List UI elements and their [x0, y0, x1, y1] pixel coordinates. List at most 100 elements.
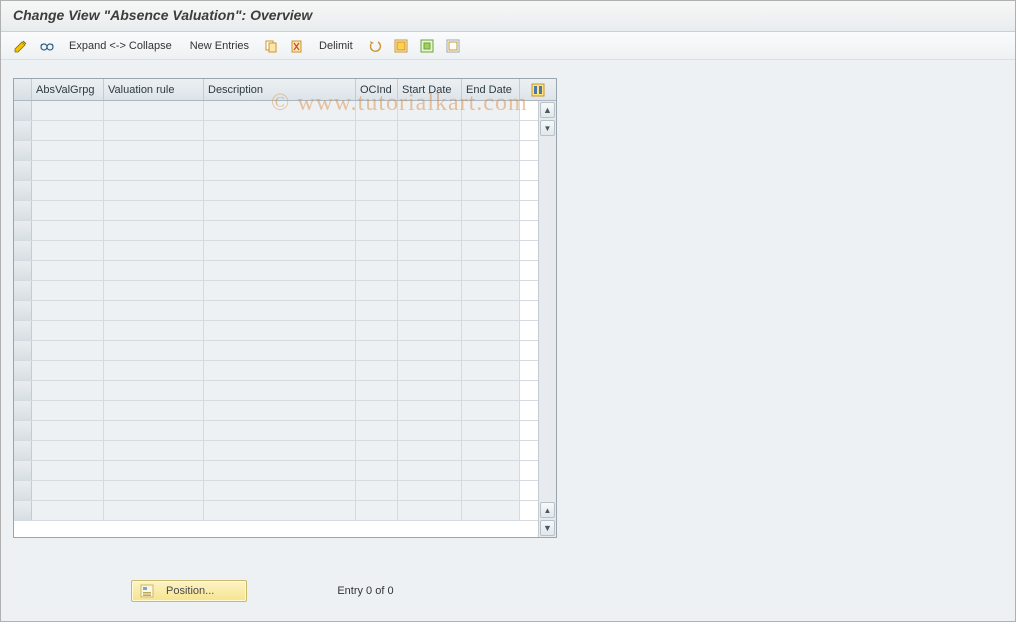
cell-end-date[interactable] [462, 361, 520, 380]
cell-end-date[interactable] [462, 341, 520, 360]
delete-icon[interactable] [287, 37, 307, 55]
cell-start-date[interactable] [398, 201, 462, 220]
cell-start-date[interactable] [398, 501, 462, 520]
cell-start-date[interactable] [398, 221, 462, 240]
cell-description[interactable] [204, 401, 356, 420]
cell-valuation-rule[interactable] [104, 321, 204, 340]
row-selector[interactable] [14, 301, 32, 320]
cell-description[interactable] [204, 461, 356, 480]
row-selector[interactable] [14, 501, 32, 520]
row-selector[interactable] [14, 121, 32, 140]
cell-start-date[interactable] [398, 461, 462, 480]
cell-absvalgrpg[interactable] [32, 501, 104, 520]
table-row[interactable] [14, 481, 538, 501]
cell-absvalgrpg[interactable] [32, 201, 104, 220]
cell-description[interactable] [204, 481, 356, 500]
cell-ocind[interactable] [356, 441, 398, 460]
cell-description[interactable] [204, 501, 356, 520]
cell-valuation-rule[interactable] [104, 381, 204, 400]
cell-description[interactable] [204, 281, 356, 300]
cell-ocind[interactable] [356, 501, 398, 520]
cell-start-date[interactable] [398, 481, 462, 500]
cell-absvalgrpg[interactable] [32, 321, 104, 340]
table-row[interactable] [14, 441, 538, 461]
table-row[interactable] [14, 281, 538, 301]
delimit-button[interactable]: Delimit [313, 38, 359, 54]
cell-ocind[interactable] [356, 421, 398, 440]
cell-start-date[interactable] [398, 261, 462, 280]
cell-ocind[interactable] [356, 401, 398, 420]
cell-valuation-rule[interactable] [104, 161, 204, 180]
copy-icon[interactable] [261, 37, 281, 55]
cell-valuation-rule[interactable] [104, 221, 204, 240]
col-valuation-rule[interactable]: Valuation rule [104, 79, 204, 100]
cell-valuation-rule[interactable] [104, 241, 204, 260]
cell-valuation-rule[interactable] [104, 341, 204, 360]
cell-ocind[interactable] [356, 101, 398, 120]
table-row[interactable] [14, 261, 538, 281]
cell-start-date[interactable] [398, 421, 462, 440]
cell-end-date[interactable] [462, 121, 520, 140]
table-row[interactable] [14, 341, 538, 361]
table-row[interactable] [14, 101, 538, 121]
cell-absvalgrpg[interactable] [32, 141, 104, 160]
cell-absvalgrpg[interactable] [32, 341, 104, 360]
table-row[interactable] [14, 181, 538, 201]
cell-absvalgrpg[interactable] [32, 261, 104, 280]
cell-ocind[interactable] [356, 301, 398, 320]
scroll-down2-icon[interactable]: ▲ [540, 502, 555, 518]
table-row[interactable] [14, 141, 538, 161]
cell-absvalgrpg[interactable] [32, 481, 104, 500]
row-selector[interactable] [14, 101, 32, 120]
cell-valuation-rule[interactable] [104, 121, 204, 140]
row-selector[interactable] [14, 441, 32, 460]
table-row[interactable] [14, 501, 538, 521]
cell-end-date[interactable] [462, 221, 520, 240]
cell-end-date[interactable] [462, 301, 520, 320]
cell-absvalgrpg[interactable] [32, 101, 104, 120]
cell-ocind[interactable] [356, 341, 398, 360]
cell-description[interactable] [204, 141, 356, 160]
cell-end-date[interactable] [462, 261, 520, 280]
table-row[interactable] [14, 161, 538, 181]
row-selector[interactable] [14, 161, 32, 180]
table-row[interactable] [14, 421, 538, 441]
cell-end-date[interactable] [462, 321, 520, 340]
table-row[interactable] [14, 461, 538, 481]
row-selector[interactable] [14, 241, 32, 260]
cell-end-date[interactable] [462, 501, 520, 520]
scroll-up-icon[interactable]: ▲ [540, 102, 555, 118]
col-description[interactable]: Description [204, 79, 356, 100]
cell-absvalgrpg[interactable] [32, 161, 104, 180]
row-selector[interactable] [14, 481, 32, 500]
cell-absvalgrpg[interactable] [32, 381, 104, 400]
cell-absvalgrpg[interactable] [32, 441, 104, 460]
cell-absvalgrpg[interactable] [32, 401, 104, 420]
cell-start-date[interactable] [398, 381, 462, 400]
cell-end-date[interactable] [462, 241, 520, 260]
row-selector[interactable] [14, 341, 32, 360]
cell-ocind[interactable] [356, 361, 398, 380]
cell-valuation-rule[interactable] [104, 481, 204, 500]
cell-valuation-rule[interactable] [104, 201, 204, 220]
cell-absvalgrpg[interactable] [32, 281, 104, 300]
cell-valuation-rule[interactable] [104, 301, 204, 320]
cell-start-date[interactable] [398, 101, 462, 120]
cell-description[interactable] [204, 421, 356, 440]
table-row[interactable] [14, 221, 538, 241]
cell-end-date[interactable] [462, 101, 520, 120]
cell-start-date[interactable] [398, 401, 462, 420]
cell-ocind[interactable] [356, 221, 398, 240]
cell-start-date[interactable] [398, 361, 462, 380]
cell-description[interactable] [204, 321, 356, 340]
cell-description[interactable] [204, 301, 356, 320]
cell-description[interactable] [204, 121, 356, 140]
table-row[interactable] [14, 361, 538, 381]
cell-ocind[interactable] [356, 481, 398, 500]
row-selector[interactable] [14, 261, 32, 280]
cell-valuation-rule[interactable] [104, 261, 204, 280]
cell-absvalgrpg[interactable] [32, 181, 104, 200]
cell-description[interactable] [204, 101, 356, 120]
cell-start-date[interactable] [398, 161, 462, 180]
cell-start-date[interactable] [398, 181, 462, 200]
